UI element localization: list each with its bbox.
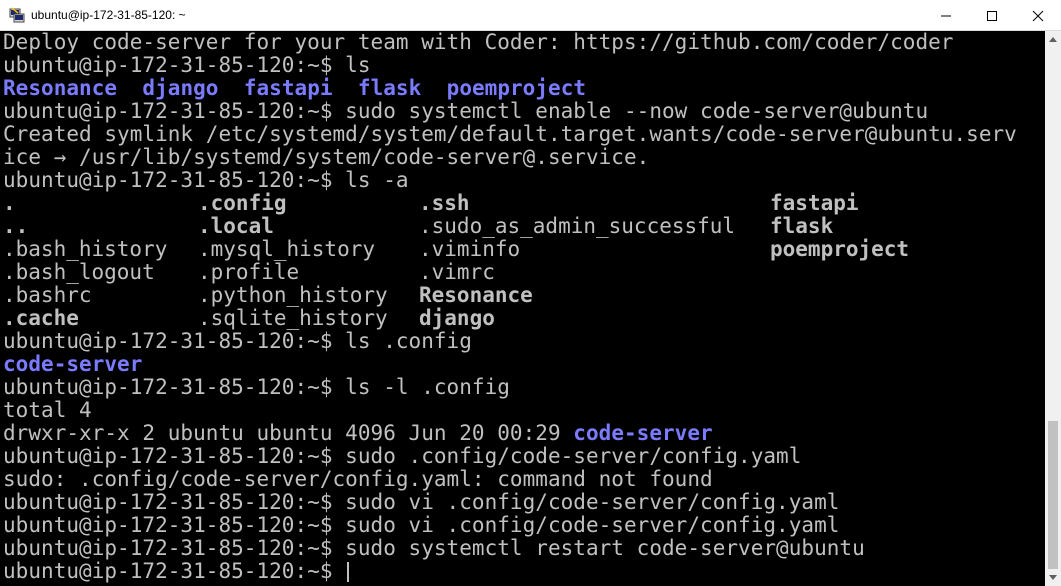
maximize-icon: [987, 10, 997, 21]
ls-a-entry: flask: [770, 214, 834, 238]
terminal-line: ice → /usr/lib/systemd/system/code-serve…: [3, 145, 650, 169]
ls-l-meta: drwxr-xr-x 2 ubuntu ubuntu 4096 Jun 20 0…: [3, 421, 574, 445]
prompt: ubuntu@ip-172-31-85-120:~$: [3, 559, 346, 583]
close-button[interactable]: [1015, 0, 1061, 31]
terminal-line: ubuntu@ip-172-31-85-120:~$ sudo systemct…: [3, 536, 865, 560]
ls-output-line: Resonance django fastapi flask poemproje…: [3, 77, 586, 100]
ls-a-entry: .profile: [198, 260, 300, 284]
maximize-button[interactable]: [969, 0, 1015, 31]
ls-l-output-line: drwxr-xr-x 2 ubuntu ubuntu 4096 Jun 20 0…: [3, 422, 713, 445]
minimize-button[interactable]: [923, 0, 969, 31]
scroll-down-button[interactable]: [1045, 569, 1061, 586]
scroll-thumb[interactable]: [1048, 421, 1058, 569]
ls-a-entry: .local: [198, 214, 274, 238]
vertical-scrollbar[interactable]: [1045, 31, 1061, 586]
minimize-icon: [941, 15, 951, 16]
ls-a-entry: Resonance: [419, 283, 533, 307]
window-title: ubuntu@ip-172-31-85-120: ~: [31, 8, 186, 22]
terminal-line: ubuntu@ip-172-31-85-120:~$ ls -a: [3, 168, 409, 192]
ls-a-entry: .: [3, 191, 16, 215]
terminal-line: ubuntu@ip-172-31-85-120:~$ sudo vi .conf…: [3, 490, 840, 514]
terminal-window: ubuntu@ip-172-31-85-120: ~ Deploy code-s…: [0, 0, 1061, 586]
ls-a-entry: fastapi: [770, 191, 859, 215]
directory-entry: django: [142, 76, 219, 100]
terminal-line: ubuntu@ip-172-31-85-120:~$ sudo vi .conf…: [3, 513, 840, 537]
ls-a-entry: .bash_logout: [3, 260, 155, 284]
terminal-line: sudo: .config/code-server/config.yaml: c…: [3, 467, 713, 491]
ls-a-entry: .bash_history: [3, 237, 168, 261]
ls-a-entry: .vimrc: [419, 260, 495, 284]
ls-a-entry: .viminfo: [419, 237, 521, 261]
chevron-up-icon: [1049, 37, 1057, 42]
prompt-line[interactable]: ubuntu@ip-172-31-85-120:~$: [3, 559, 350, 583]
terminal-line: ubuntu@ip-172-31-85-120:~$ ls -l .config: [3, 375, 510, 399]
directory-entry: flask: [357, 76, 422, 100]
terminal-line: Created symlink /etc/systemd/system/defa…: [3, 122, 1017, 146]
directory-entry: fastapi: [243, 76, 333, 100]
chevron-down-icon: [1049, 575, 1057, 580]
close-icon: [1032, 10, 1044, 21]
directory-entry: poemproject: [446, 76, 587, 100]
terminal-line: ubuntu@ip-172-31-85-120:~$ ls: [3, 53, 371, 77]
text-cursor: [347, 562, 350, 582]
ls-a-entry: .ssh: [419, 191, 470, 215]
title-bar[interactable]: ubuntu@ip-172-31-85-120: ~: [0, 0, 1061, 31]
putty-icon: [9, 7, 25, 23]
terminal-line: ubuntu@ip-172-31-85-120:~$ sudo .config/…: [3, 444, 802, 468]
terminal-line: ubuntu@ip-172-31-85-120:~$ sudo systemct…: [3, 99, 929, 123]
terminal-line: ubuntu@ip-172-31-85-120:~$ ls .config: [3, 329, 472, 353]
ls-a-entry: poemproject: [770, 237, 910, 261]
ls-a-entry: ..: [3, 214, 29, 238]
ls-a-entry: .cache: [3, 306, 79, 330]
terminal-line: Deploy code-server for your team with Co…: [3, 31, 954, 54]
scroll-up-button[interactable]: [1045, 31, 1061, 48]
ls-a-entry: .bashrc: [3, 283, 92, 307]
window-controls: [923, 0, 1061, 31]
ls-a-entry: .python_history: [198, 283, 388, 307]
directory-entry: Resonance: [3, 76, 118, 100]
directory-entry: code-server: [573, 421, 713, 445]
ls-a-entry: .mysql_history: [198, 237, 376, 261]
ls-a-entry: django: [419, 306, 495, 330]
ls-a-entry: .sqlite_history: [198, 306, 388, 330]
ls-a-entry: .sudo_as_admin_successful: [419, 214, 736, 238]
ls-a-entry: .config: [198, 191, 287, 215]
directory-entry: code-server: [3, 352, 143, 376]
terminal-output[interactable]: Deploy code-server for your team with Co…: [0, 31, 1045, 586]
terminal-line: total 4: [3, 398, 92, 422]
